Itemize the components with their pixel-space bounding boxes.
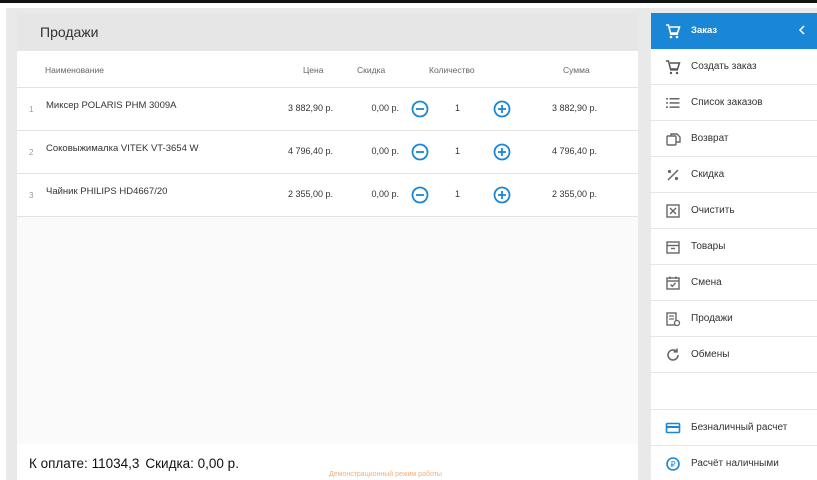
decrease-quantity-button[interactable] bbox=[411, 143, 429, 166]
column-header-name: Наименование bbox=[45, 65, 104, 75]
sidebar-item-label: Список заказов bbox=[691, 97, 763, 108]
sidebar-item-create-order[interactable]: Создать заказ bbox=[651, 49, 817, 85]
product-sum: 2 355,00 р. bbox=[551, 189, 597, 199]
cart-icon bbox=[666, 24, 681, 39]
box-icon bbox=[666, 241, 680, 254]
sidebar-item-products[interactable]: Товары bbox=[651, 229, 817, 265]
product-sum: 3 882,90 р. bbox=[551, 103, 597, 113]
sidebar-item-label: Возврат bbox=[691, 133, 729, 144]
plus-circle-icon bbox=[493, 100, 511, 118]
total-to-pay: К оплате: 11034,3 bbox=[29, 456, 140, 471]
product-price: 2 355,00 р. bbox=[287, 189, 333, 199]
percent-icon bbox=[667, 169, 679, 181]
sidebar-item-label: Безналичный расчет bbox=[691, 422, 788, 433]
row-number: 1 bbox=[29, 105, 34, 114]
quantity-value: 1 bbox=[455, 189, 461, 199]
sidebar-item-discount[interactable]: Скидка bbox=[651, 157, 817, 193]
quantity-value: 1 bbox=[455, 103, 461, 113]
sidebar-item-label: Обмены bbox=[691, 349, 730, 360]
sidebar-item-label: Продажи bbox=[691, 313, 733, 324]
receipt-icon bbox=[666, 312, 681, 327]
chevron-left-icon bbox=[798, 25, 805, 35]
credit-card-icon bbox=[665, 422, 681, 434]
sidebar-item-cashless-payment[interactable]: Безналичный расчет bbox=[651, 410, 817, 446]
product-discount: 0,00 р. bbox=[371, 146, 399, 156]
quantity-value: 1 bbox=[455, 146, 461, 156]
sidebar-item-exchanges[interactable]: Обмены bbox=[651, 337, 817, 373]
sidebar-item-label: Очистить bbox=[691, 205, 735, 216]
product-discount: 0,00 р. bbox=[371, 189, 399, 199]
empty-table-area bbox=[17, 217, 638, 444]
return-icon bbox=[666, 133, 681, 146]
increase-quantity-button[interactable] bbox=[493, 186, 511, 209]
column-header-price: Цена bbox=[303, 65, 324, 75]
demo-mode-label: Демонстрационный режим работы bbox=[329, 471, 442, 478]
sidebar-item-label: Заказ bbox=[691, 25, 718, 36]
panel-header: Продажи bbox=[17, 13, 638, 51]
decrease-quantity-button[interactable] bbox=[411, 100, 429, 123]
calendar-check-icon bbox=[666, 276, 680, 290]
column-header-discount: Скидка bbox=[357, 65, 386, 75]
plus-circle-icon bbox=[493, 186, 511, 204]
list-icon bbox=[666, 98, 680, 108]
product-price: 3 882,90 р. bbox=[287, 103, 333, 113]
table-row[interactable]: 1 Миксер POLARIS PHM 3009A 3 882,90 р. 0… bbox=[17, 87, 638, 130]
sidebar-item-label: Расчёт наличными bbox=[691, 458, 779, 469]
minus-circle-icon bbox=[411, 186, 429, 204]
refresh-icon bbox=[667, 348, 679, 361]
row-number: 3 bbox=[29, 191, 34, 200]
product-price: 4 796,40 р. bbox=[287, 146, 333, 156]
minus-circle-icon bbox=[411, 143, 429, 161]
row-number: 2 bbox=[29, 148, 34, 157]
product-discount: 0,00 р. bbox=[371, 103, 399, 113]
totals-footer: К оплате: 11034,3 Скидка: 0,00 р. Демонст… bbox=[17, 444, 638, 480]
sidebar-item-cash-payment[interactable]: ₽ Расчёт наличными bbox=[651, 446, 817, 480]
plus-circle-icon bbox=[493, 143, 511, 161]
column-header-quantity: Количество bbox=[429, 65, 475, 75]
increase-quantity-button[interactable] bbox=[493, 143, 511, 166]
page-title: Продажи bbox=[40, 24, 99, 40]
product-name: Чайник PHILIPS HD4667/20 bbox=[46, 186, 168, 197]
table-row[interactable]: 3 Чайник PHILIPS HD4667/20 2 355,00 р. 0… bbox=[17, 173, 638, 216]
increase-quantity-button[interactable] bbox=[493, 100, 511, 123]
product-name: Соковыжималка VITEK VT-3654 W bbox=[46, 143, 199, 154]
top-border-line bbox=[0, 0, 817, 3]
cash-icon: ₽ bbox=[666, 457, 680, 471]
total-summary: К оплате: 11034,3 Скидка: 0,00 р. bbox=[29, 456, 239, 471]
sidebar-item-return[interactable]: Возврат bbox=[651, 121, 817, 157]
svg-text:₽: ₽ bbox=[670, 460, 675, 469]
table-row[interactable]: 2 Соковыжималка VITEK VT-3654 W 4 796,40… bbox=[17, 130, 638, 173]
sidebar-item-label: Создать заказ bbox=[691, 61, 757, 72]
product-sum: 4 796,40 р. bbox=[551, 146, 597, 156]
cart-icon bbox=[666, 60, 681, 75]
minus-circle-icon bbox=[411, 100, 429, 118]
sidebar-item-order-list[interactable]: Список заказов bbox=[651, 85, 817, 121]
sidebar-item-order[interactable]: Заказ bbox=[651, 13, 817, 49]
column-header-sum: Сумма bbox=[563, 65, 590, 75]
clear-icon bbox=[666, 204, 680, 218]
table-header: Наименование Цена Скидка Количество Сумм… bbox=[17, 61, 638, 81]
sidebar-item-label: Товары bbox=[691, 241, 726, 252]
sidebar-item-clear[interactable]: Очистить bbox=[651, 193, 817, 229]
total-discount: Скидка: 0,00 р. bbox=[145, 456, 239, 471]
sidebar: Заказ Создать заказ Список заказов Возвр… bbox=[651, 13, 817, 480]
sidebar-item-label: Смена bbox=[691, 277, 722, 288]
decrease-quantity-button[interactable] bbox=[411, 186, 429, 209]
sidebar-item-sales[interactable]: Продажи bbox=[651, 301, 817, 337]
sidebar-item-shift[interactable]: Смена bbox=[651, 265, 817, 301]
sales-panel: Продажи Наименование Цена Скидка Количес… bbox=[17, 13, 638, 480]
product-name: Миксер POLARIS PHM 3009A bbox=[46, 100, 177, 111]
sidebar-item-label: Скидка bbox=[691, 169, 725, 180]
